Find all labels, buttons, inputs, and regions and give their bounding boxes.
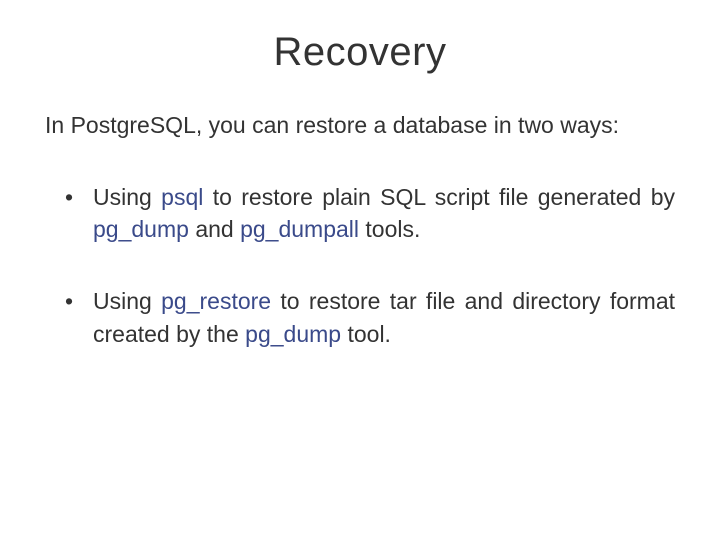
text-segment: to restore plain SQL script file generat… xyxy=(213,184,675,210)
slide-title: Recovery xyxy=(45,30,675,75)
text-segment: tools. xyxy=(365,216,420,242)
keyword-psql: psql xyxy=(161,184,203,210)
text-segment: Using xyxy=(93,184,152,210)
list-item: Using pg_restore to restore tar file and… xyxy=(65,285,675,349)
keyword-pgdump: pg_dump xyxy=(93,216,189,242)
bullet-list: Using psql to restore plain SQL script f… xyxy=(45,181,675,350)
list-item: Using psql to restore plain SQL script f… xyxy=(65,181,675,245)
keyword-pgrestore: pg_restore xyxy=(161,288,271,314)
keyword-pgdumpall: pg_dumpall xyxy=(240,216,359,242)
keyword-pgdump: pg_dump xyxy=(245,321,341,347)
text-segment: tool. xyxy=(347,321,390,347)
intro-text: In PostgreSQL, you can restore a databas… xyxy=(45,110,675,141)
text-segment: Using xyxy=(93,288,152,314)
text-segment: and xyxy=(195,216,240,242)
